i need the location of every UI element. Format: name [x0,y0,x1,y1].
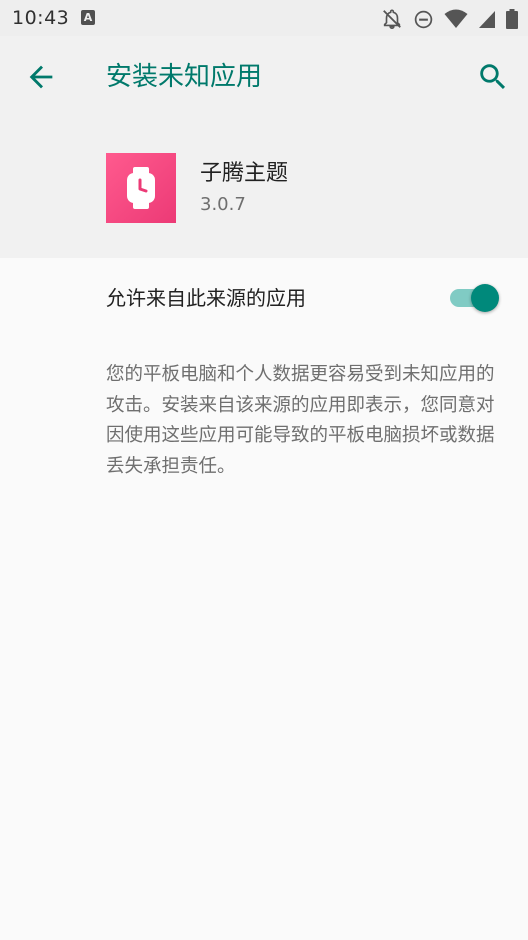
do-not-disturb-icon [414,10,433,28]
status-icons [381,8,518,30]
allow-unknown-sources-row[interactable]: 允许来自此来源的应用 [0,260,528,336]
arrow-back-icon [29,65,53,89]
app-name: 子腾主题 [200,161,289,186]
page-title: 安装未知应用 [106,62,263,92]
back-button[interactable] [24,60,58,94]
search-icon [480,64,506,90]
allow-unknown-sources-toggle[interactable] [448,284,502,312]
toggle-thumb [471,284,499,312]
watch-icon [127,167,155,209]
app-icon [106,153,176,223]
status-time: 10:43 [12,7,70,29]
battery-icon [506,9,518,29]
notifications-off-icon [383,9,401,29]
status-bar: 10:43 A [0,0,528,36]
allow-unknown-sources-label: 允许来自此来源的应用 [106,286,306,310]
wifi-icon [444,9,468,28]
app-version: 3.0.7 [200,194,246,215]
header [0,36,528,258]
notification-icon: A [81,10,95,25]
search-button[interactable] [476,60,510,94]
warning-description: 您的平板电脑和个人数据更容易受到未知应用的攻击。安装来自该来源的应用即表示，您同… [106,364,495,477]
cellular-signal-icon [479,10,495,28]
